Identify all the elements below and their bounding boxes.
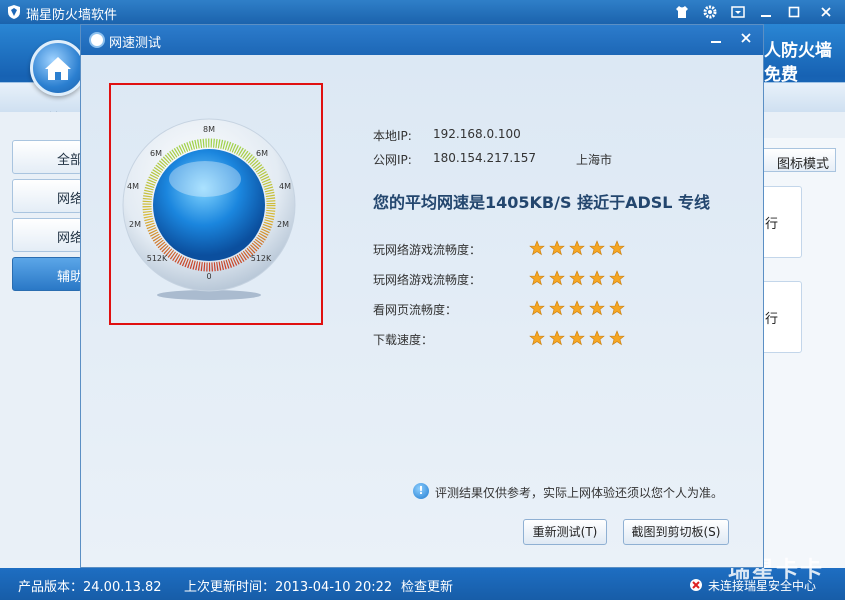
star-icon: [609, 270, 625, 286]
speed-gauge: 8M 6M 6M 4M 4M 2M 2M 512K 512K 0: [122, 118, 296, 300]
sidebar-item-label: 全部: [57, 153, 82, 168]
rating-stars: [529, 300, 625, 316]
sidebar-item-network-1[interactable]: 网络: [12, 179, 82, 213]
rating-label: 看网页流畅度：: [373, 303, 458, 317]
dropdown-menu-icon: [731, 6, 745, 18]
minimize-icon: [761, 15, 771, 17]
gauge-tick-label: 8M: [203, 125, 215, 134]
star-icon: [569, 270, 585, 286]
sidebar-item-label: 辅助: [57, 270, 82, 285]
disclaimer-text: 评测结果仅供参考，实际上网体验还须以您个人为准。: [435, 486, 724, 500]
star-icon: [529, 300, 545, 316]
rising-logo-icon: [8, 5, 20, 19]
ip-location: 上海市: [576, 153, 613, 167]
tool-card-label: 行: [765, 217, 779, 232]
shirt-icon: [676, 6, 688, 18]
icon-mode-button[interactable]: 图标模式: [760, 148, 836, 172]
sidebar-item-label: 网络: [57, 192, 82, 207]
close-button[interactable]: [814, 2, 838, 22]
home-icon: [45, 57, 71, 80]
speed-test-icon: [89, 32, 105, 48]
gauge-tick-label: 2M: [129, 220, 141, 229]
rating-stars: [529, 240, 625, 256]
star-icon: [549, 300, 565, 316]
menu-button[interactable]: [726, 2, 750, 22]
average-speed-headline: 您的平均网速是1405KB/S 接近于ADSL 专线: [373, 193, 711, 212]
copy-screenshot-button[interactable]: 截图到剪切板(S): [623, 519, 729, 545]
rating-label: 下载速度：: [373, 333, 434, 347]
rating-stars: [529, 270, 625, 286]
tool-card-label: 行: [765, 312, 779, 327]
close-icon: [821, 7, 831, 17]
dialog-titlebar: 网速测试: [81, 25, 763, 55]
star-icon: [589, 270, 605, 286]
star-icon: [609, 300, 625, 316]
gauge-tick-label: 6M: [150, 149, 162, 158]
star-icon: [569, 300, 585, 316]
star-icon: [529, 270, 545, 286]
dialog-title: 网速测试: [109, 36, 162, 51]
local-ip-label: 本地IP:: [373, 129, 412, 143]
star-icon: [569, 330, 585, 346]
maximize-button[interactable]: [782, 2, 806, 22]
star-icon: [609, 240, 625, 256]
rating-label: 玩网络游戏流畅度：: [373, 273, 482, 287]
minimize-icon: [711, 41, 721, 43]
gauge-tick-label: 2M: [277, 220, 289, 229]
gauge-tick-label: 512K: [147, 254, 168, 263]
sidebar-item-tools[interactable]: 辅助: [12, 257, 82, 291]
star-icon: [529, 240, 545, 256]
star-icon: [549, 330, 565, 346]
close-icon: [741, 33, 751, 43]
star-icon: [549, 240, 565, 256]
star-icon: [549, 270, 565, 286]
gauge-tick-label: 4M: [279, 182, 291, 191]
product-version: 产品版本：24.00.13.82: [18, 580, 162, 595]
public-ip-label: 公网IP:: [373, 153, 412, 167]
star-icon: [569, 240, 585, 256]
info-icon: !: [413, 483, 429, 499]
dialog-content: 8M 6M 6M 4M 4M 2M 2M 512K 512K 0 本地IP: 1…: [81, 55, 763, 567]
sidebar-item-all[interactable]: 全部: [12, 140, 82, 174]
rating-label: 玩网络游戏流畅度：: [373, 243, 482, 257]
star-icon: [589, 300, 605, 316]
dialog-minimize-button[interactable]: [705, 30, 727, 50]
public-ip-value: 180.154.217.157: [433, 151, 537, 165]
last-update-time: 上次更新时间：2013-04-10 20:22: [184, 580, 393, 595]
dialog-close-button[interactable]: [735, 30, 757, 50]
disconnected-icon: [690, 579, 702, 591]
retest-button[interactable]: 重新测试(T): [523, 519, 607, 545]
star-icon: [609, 330, 625, 346]
status-bar: 产品版本：24.00.13.82 上次更新时间：2013-04-10 20:22…: [0, 568, 845, 600]
gauge-tick-label: 4M: [127, 182, 139, 191]
gear-icon: [703, 5, 717, 19]
brand-slogan-line2: 免费: [764, 65, 798, 85]
minimize-button[interactable]: [754, 2, 778, 22]
brand-slogan-line1: 人防火墙: [764, 41, 832, 61]
star-icon: [529, 330, 545, 346]
speed-test-dialog: 网速测试 8M 6M 6M 4M 4M 2M 2M 512K 512K 0 本地…: [80, 24, 764, 568]
gauge-tick-label: 0: [206, 272, 211, 281]
sidebar-item-network-2[interactable]: 网络: [12, 218, 82, 252]
skin-button[interactable]: [670, 2, 694, 22]
rating-stars: [529, 330, 625, 346]
gauge-tick-label: 6M: [256, 149, 268, 158]
maximize-icon: [788, 6, 800, 18]
icon-mode-label: 图标模式: [777, 157, 830, 172]
home-button[interactable]: [30, 40, 86, 96]
gauge-orb-highlight: [169, 161, 241, 197]
main-titlebar: 瑞星防火墙软件: [0, 0, 845, 24]
check-update-link[interactable]: 检查更新: [401, 576, 453, 595]
star-icon: [589, 330, 605, 346]
star-icon: [589, 240, 605, 256]
local-ip-value: 192.168.0.100: [433, 127, 521, 141]
gauge-tick-label: 512K: [251, 254, 272, 263]
sidebar-item-label: 网络: [57, 231, 82, 246]
settings-button[interactable]: [698, 2, 722, 22]
app-title: 瑞星防火墙软件: [26, 8, 118, 23]
